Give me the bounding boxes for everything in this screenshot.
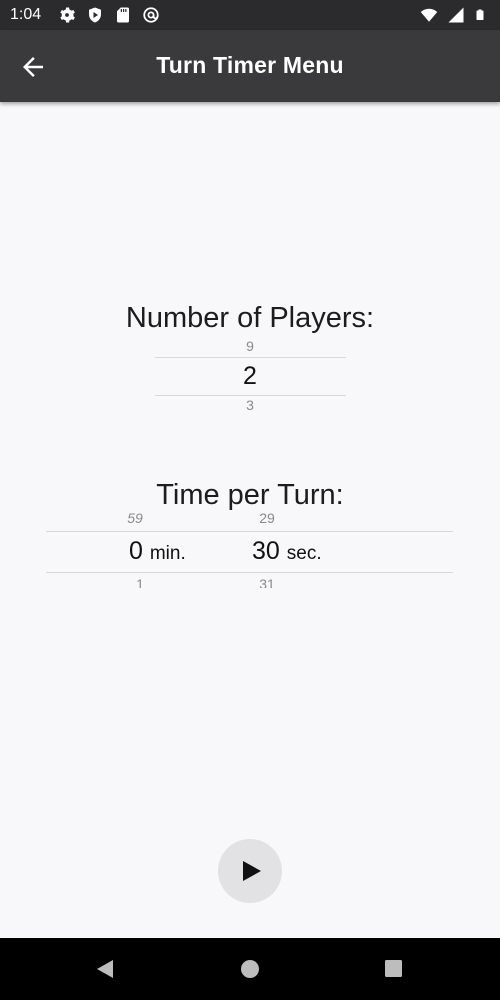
settings-icon [60,7,75,23]
seconds-selected-value[interactable]: 30 [252,537,280,565]
recents-square-icon [385,960,402,977]
seconds-next-value[interactable]: 31 [242,576,292,588]
minutes-column[interactable]: 0 min. [112,537,212,566]
minutes-selected-value[interactable]: 0 [129,537,143,565]
battery-icon [476,9,484,20]
app-bar: Turn Timer Menu [0,30,500,102]
seconds-unit: sec. [286,543,322,564]
nav-home-button[interactable] [240,959,260,984]
minutes-previous-value[interactable]: 59 [110,510,160,526]
signal-icon [448,7,464,23]
nav-recents-button[interactable] [384,959,403,983]
players-label: Number of Players: [125,302,375,334]
page-title: Turn Timer Menu [156,52,344,78]
nav-back-button[interactable] [95,959,115,984]
seconds-column[interactable]: 30 sec. [252,537,362,566]
play-button[interactable] [218,839,282,903]
seconds-previous-value[interactable]: 29 [242,510,292,526]
at-sign-icon [143,7,159,23]
status-bar: 1:04 [0,0,500,30]
time-label: Time per Turn: [156,479,344,511]
play-icon [243,861,261,881]
status-icons-left [58,6,160,24]
home-circle-icon [241,960,259,978]
navigation-bar [0,938,500,1000]
wifi-icon [420,8,438,22]
status-time: 1:04 [10,6,42,23]
sd-card-icon [117,7,129,23]
shield-icon [89,7,101,23]
minutes-unit: min. [149,543,186,564]
players-previous-value[interactable]: 9 [225,338,275,354]
minutes-next-value[interactable]: 1 [115,576,165,588]
status-icons-right [420,6,486,24]
players-divider-bottom [155,395,346,396]
time-divider-bottom [46,572,453,573]
players-selected-value[interactable]: 2 [225,362,275,391]
time-divider-top [46,531,453,532]
players-next-value[interactable]: 3 [225,397,275,413]
back-triangle-icon [97,960,113,978]
players-divider-top [155,357,346,358]
